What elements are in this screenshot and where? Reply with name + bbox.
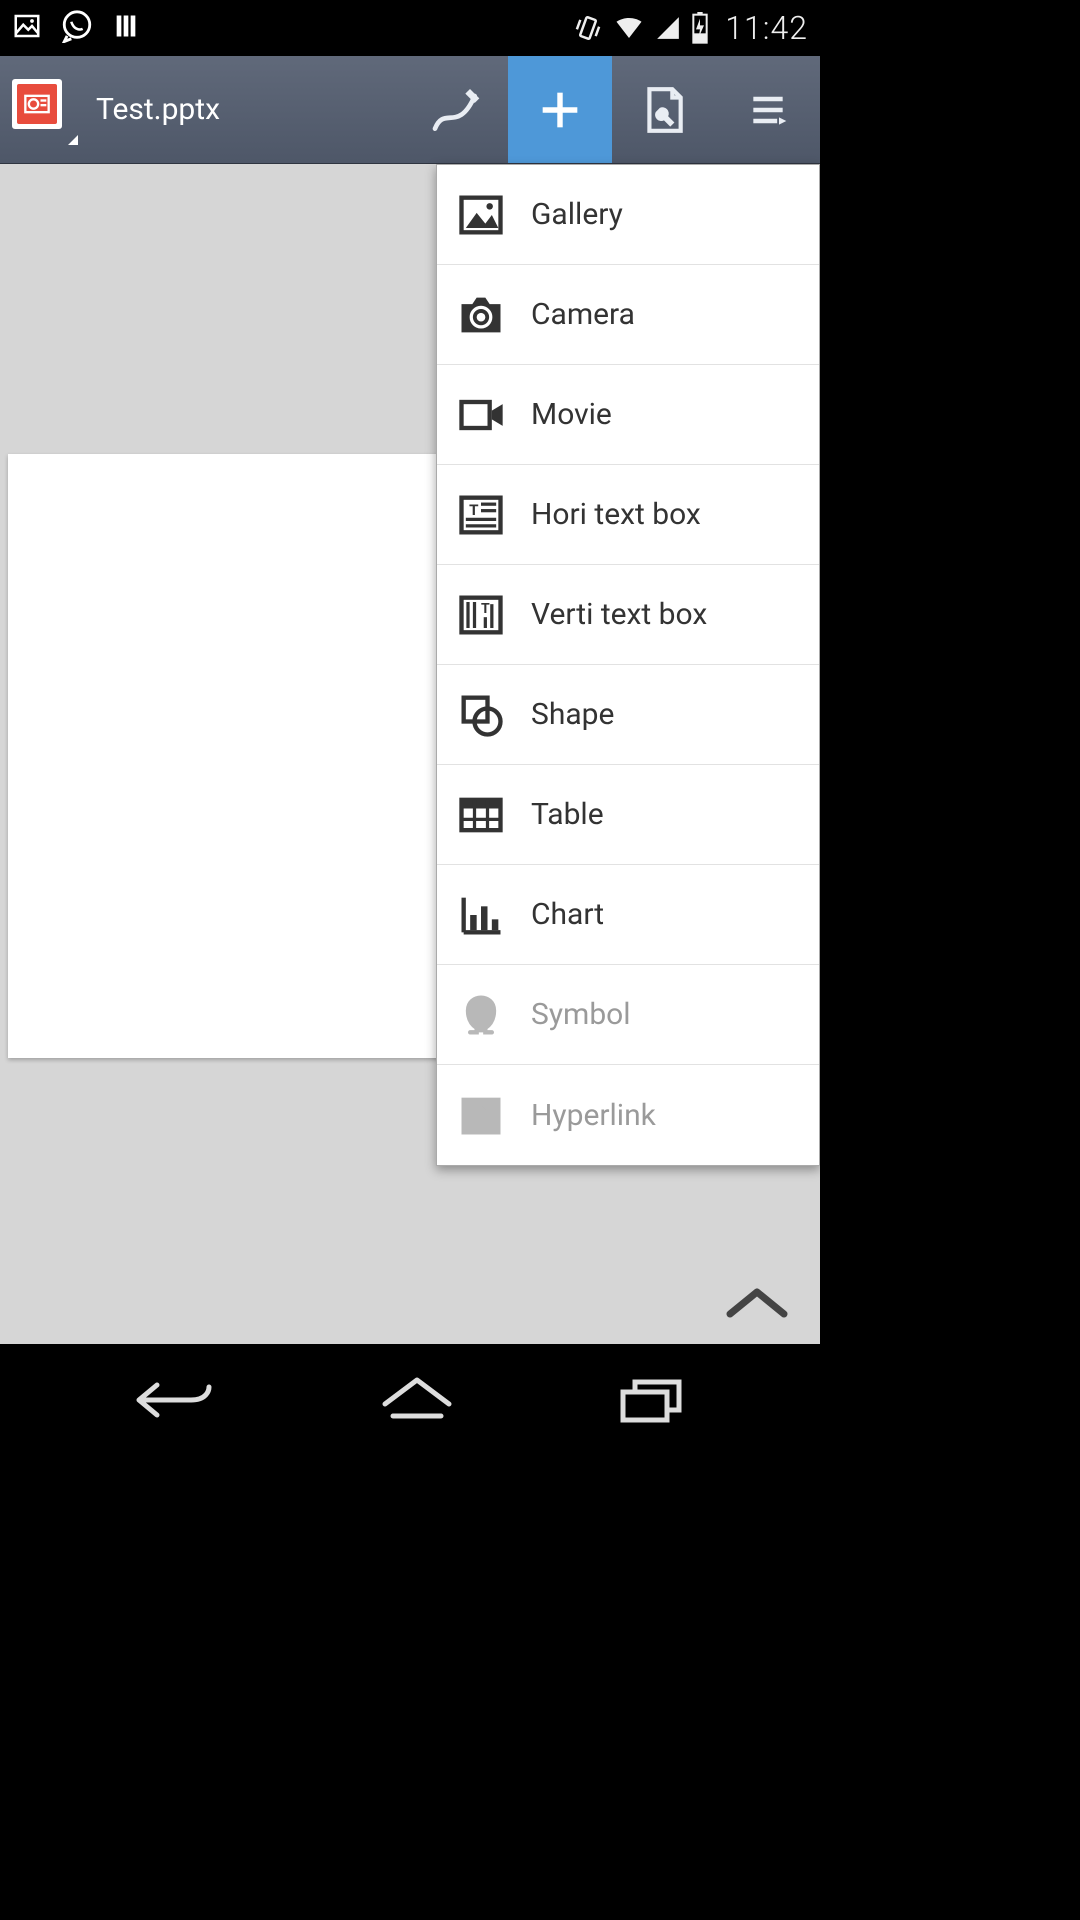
movie-icon	[453, 387, 509, 443]
menu-button[interactable]	[716, 56, 820, 163]
cellular-icon	[655, 13, 681, 43]
hori-text-icon: T	[453, 487, 509, 543]
verti-text-icon: T	[453, 587, 509, 643]
tools-button[interactable]	[612, 56, 716, 163]
insert-symbol-item: Symbol	[437, 965, 819, 1065]
table-icon	[453, 787, 509, 843]
expand-panel-button[interactable]	[722, 1282, 792, 1326]
menu-item-label: Shape	[531, 697, 614, 732]
app-toolbar: Test.pptx	[0, 56, 820, 164]
menu-item-label: Chart	[531, 897, 604, 932]
whatsapp-notification-icon	[60, 9, 94, 47]
menu-item-label: Symbol	[531, 997, 631, 1032]
camera-icon	[453, 287, 509, 343]
menu-item-label: Movie	[531, 397, 612, 432]
wifi-icon	[613, 13, 645, 43]
svg-text:T: T	[469, 501, 479, 519]
app-notification-icon	[112, 11, 140, 45]
vibrate-icon	[573, 13, 603, 43]
symbol-icon	[453, 987, 509, 1043]
app-file-spinner[interactable]	[12, 79, 74, 141]
hyperlink-icon	[453, 1087, 509, 1143]
slide-canvas-area[interactable]: Gallery Camera Movie T Hori text box	[0, 164, 820, 1344]
insert-menu: Gallery Camera Movie T Hori text box	[436, 164, 820, 1166]
menu-item-label: Hori text box	[531, 497, 701, 532]
android-nav-bar	[0, 1344, 820, 1456]
insert-camera-item[interactable]: Camera	[437, 265, 819, 365]
gallery-icon	[453, 187, 509, 243]
file-title: Test.pptx	[96, 92, 220, 127]
recent-apps-button[interactable]	[615, 1374, 691, 1426]
home-button[interactable]	[377, 1374, 457, 1426]
insert-gallery-item[interactable]: Gallery	[437, 165, 819, 265]
menu-item-label: Gallery	[531, 197, 623, 232]
battery-charging-icon	[691, 12, 709, 44]
chart-icon	[453, 887, 509, 943]
back-button[interactable]	[129, 1375, 219, 1425]
insert-table-item[interactable]: Table	[437, 765, 819, 865]
insert-movie-item[interactable]: Movie	[437, 365, 819, 465]
insert-shape-item[interactable]: Shape	[437, 665, 819, 765]
insert-chart-item[interactable]: Chart	[437, 865, 819, 965]
status-clock: 11:42	[725, 9, 808, 47]
svg-text:T: T	[481, 600, 490, 616]
menu-item-label: Camera	[531, 297, 635, 332]
picture-notification-icon	[12, 11, 42, 45]
insert-hori-text-item[interactable]: T Hori text box	[437, 465, 819, 565]
menu-item-label: Table	[531, 797, 604, 832]
menu-item-label: Verti text box	[531, 597, 707, 632]
insert-button[interactable]	[508, 56, 612, 163]
draw-button[interactable]	[404, 56, 508, 163]
app-icon	[12, 79, 62, 129]
shape-icon	[453, 687, 509, 743]
insert-verti-text-item[interactable]: T Verti text box	[437, 565, 819, 665]
status-bar: 11:42	[0, 0, 820, 56]
menu-item-label: Hyperlink	[531, 1098, 656, 1133]
insert-hyperlink-item: Hyperlink	[437, 1065, 819, 1165]
